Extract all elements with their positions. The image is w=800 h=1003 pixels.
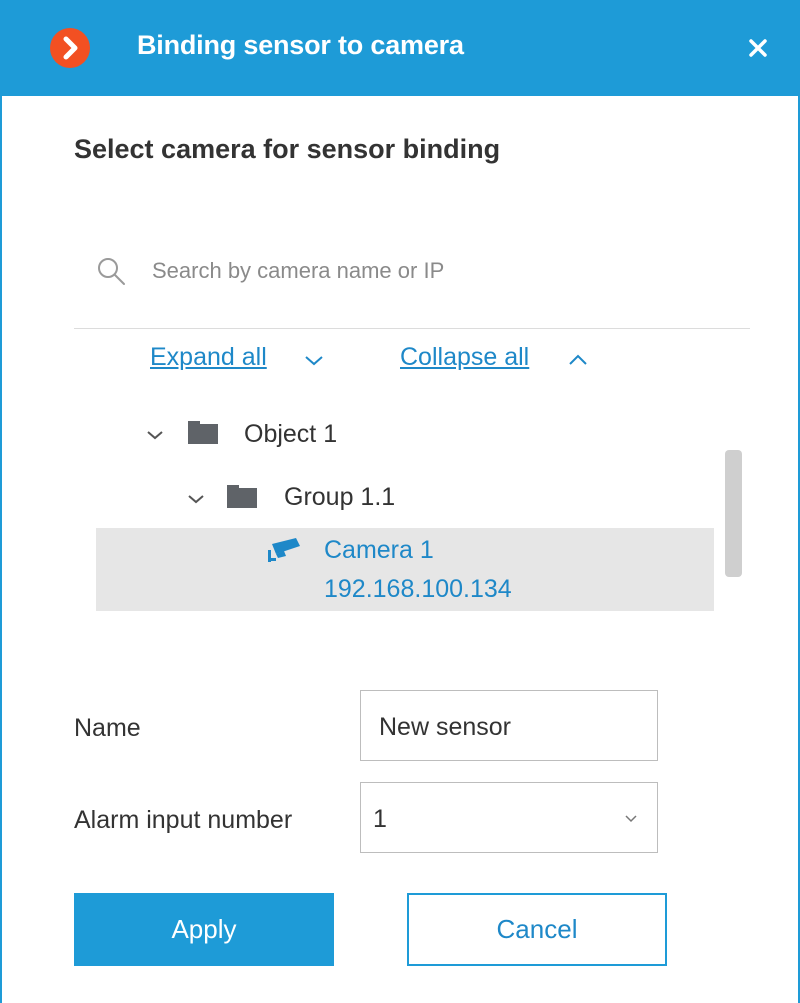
alarm-input-select[interactable]: 1 — [360, 782, 658, 853]
chevron-down-icon[interactable] — [623, 811, 639, 825]
close-button[interactable] — [740, 30, 776, 66]
expand-all-link[interactable]: Expand all — [150, 343, 267, 372]
binding-sensor-dialog: Binding sensor to camera Select camera f… — [0, 0, 800, 1003]
alarm-input-value[interactable]: 1 — [373, 805, 387, 834]
camera-ip[interactable]: 192.168.100.134 — [324, 575, 512, 604]
chevron-down-icon[interactable] — [144, 426, 166, 444]
cancel-button-label[interactable]: Cancel — [497, 914, 578, 944]
camera-icon — [268, 538, 300, 562]
dialog-title: Binding sensor to camera — [137, 30, 464, 60]
title-bar: Binding sensor to camera — [0, 0, 800, 96]
expand-all-label[interactable]: Expand all — [150, 343, 267, 371]
name-field-value[interactable]: New sensor — [379, 713, 511, 742]
chevron-down-icon[interactable] — [185, 490, 207, 508]
search-input[interactable] — [150, 250, 714, 292]
name-label: Name — [74, 714, 141, 742]
collapse-all-link[interactable]: Collapse all — [400, 343, 529, 372]
app-logo-icon — [50, 28, 90, 68]
apply-button-label[interactable]: Apply — [171, 914, 236, 944]
close-icon[interactable] — [740, 30, 776, 66]
chevron-up-icon[interactable] — [566, 350, 590, 370]
chevron-down-icon[interactable] — [302, 350, 326, 370]
name-field[interactable]: New sensor — [360, 690, 658, 761]
collapse-all-label[interactable]: Collapse all — [400, 343, 529, 371]
camera-search[interactable] — [74, 240, 750, 329]
section-heading: Select camera for sensor binding — [74, 134, 501, 164]
cancel-button[interactable]: Cancel — [407, 893, 667, 966]
camera-name[interactable]: Camera 1 — [324, 536, 434, 565]
alarm-input-label: Alarm input number — [74, 806, 293, 834]
folder-icon — [188, 421, 218, 444]
tree-item-group[interactable]: Group 1.1 — [284, 483, 395, 512]
apply-button[interactable]: Apply — [74, 893, 334, 966]
folder-icon — [227, 485, 257, 508]
search-icon — [98, 258, 125, 285]
tree-item-object[interactable]: Object 1 — [244, 420, 337, 449]
tree-scrollbar[interactable] — [725, 450, 742, 577]
